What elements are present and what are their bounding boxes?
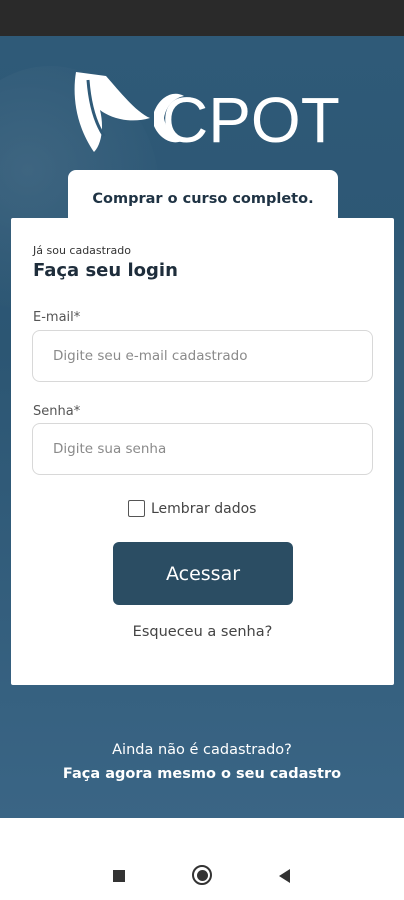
- signup-link[interactable]: Faça agora mesmo o seu cadastro: [0, 766, 404, 782]
- recent-apps-icon[interactable]: [113, 870, 125, 882]
- back-icon[interactable]: [279, 869, 290, 883]
- email-label: E-mail*: [33, 310, 81, 325]
- remember-label: Lembrar dados: [151, 500, 257, 517]
- login-button[interactable]: Acessar: [113, 542, 293, 605]
- status-bar: [0, 0, 404, 36]
- cpot-logo: CPOT: [74, 72, 340, 156]
- password-label: Senha*: [33, 404, 81, 419]
- already-registered-label: Já sou cadastrado: [33, 244, 131, 257]
- login-card: Já sou cadastrado Faça seu login E-mail*…: [11, 218, 394, 685]
- system-navigation-bar: [0, 818, 404, 900]
- login-title: Faça seu login: [33, 260, 178, 281]
- password-field[interactable]: [32, 423, 373, 475]
- home-icon[interactable]: [192, 865, 212, 885]
- email-field[interactable]: [32, 330, 373, 382]
- signup-question: Ainda não é cadastrado?: [112, 742, 292, 758]
- remember-checkbox[interactable]: [128, 500, 145, 517]
- remember-me-toggle[interactable]: Lembrar dados: [128, 500, 256, 517]
- svg-text:CPOT: CPOT: [162, 84, 340, 156]
- forgot-password-link[interactable]: Esqueceu a senha?: [11, 624, 394, 640]
